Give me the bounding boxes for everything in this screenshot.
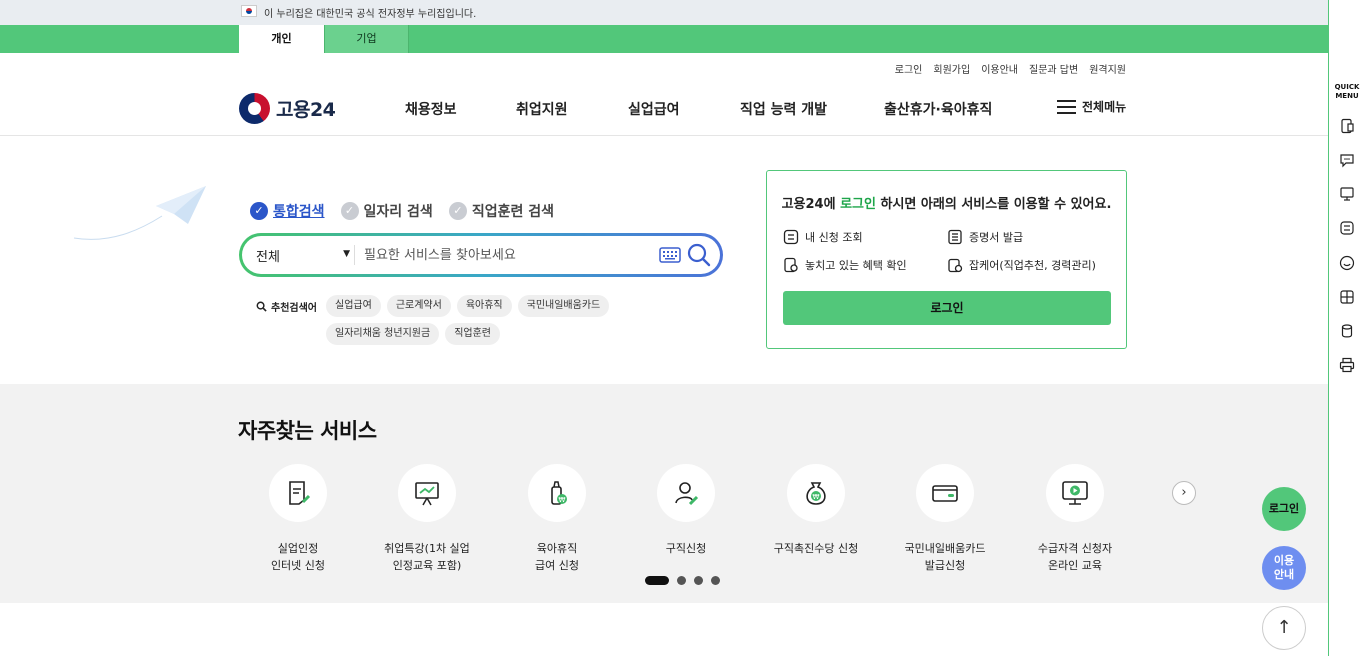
presentation-board-icon — [415, 482, 439, 506]
svg-text:₩: ₩ — [559, 496, 566, 504]
chat-bubble-icon[interactable] — [1339, 152, 1355, 168]
keyword-chip[interactable]: 실업급여 — [326, 295, 381, 317]
logo-text: 고용24 — [276, 99, 336, 121]
gov-banner[interactable]: 이 누리집은 대한민국 공식 전자정부 누리집입니다. — [0, 0, 1328, 25]
caret-down-icon: ▼ — [343, 249, 350, 259]
util-remote-link[interactable]: 원격지원 — [1089, 61, 1126, 76]
carousel-dot[interactable] — [711, 576, 720, 585]
tab-corporate[interactable]: 기업 — [324, 25, 409, 53]
keyword-chip[interactable]: 직업훈련 — [445, 323, 500, 345]
smile-icon[interactable] — [1339, 255, 1355, 271]
frequent-services: 자주찾는 서비스 실업인정 인터넷 신청 취업특강(1차 실업 인정교육 포함)… — [0, 384, 1328, 603]
login-button[interactable]: 로그인 — [783, 291, 1111, 325]
section-title: 자주찾는 서비스 — [238, 419, 377, 443]
check-icon: ✓ — [448, 202, 467, 220]
util-signup-link[interactable]: 회원가입 — [933, 61, 970, 76]
user-type-bar: 개인 기업 — [0, 25, 1328, 53]
service-jobcare[interactable]: 잡케어(직업추천, 경력관리) — [947, 257, 1096, 273]
carousel-dot[interactable] — [677, 576, 686, 585]
person-edit-icon — [675, 482, 699, 506]
service-item-job-promotion-allowance[interactable]: ₩ 구직촉진수당 신청 — [751, 464, 881, 557]
search-input[interactable] — [364, 243, 644, 267]
service-item-employment-lecture[interactable]: 취업특강(1차 실업 인정교육 포함) — [362, 464, 492, 574]
printer-icon[interactable] — [1339, 357, 1355, 373]
document-search-icon — [784, 257, 798, 273]
baby-bottle-icon: ₩ — [551, 481, 567, 505]
service-item-job-seeking[interactable]: 구직신청 — [621, 464, 751, 557]
carousel-dot-active[interactable] — [645, 576, 669, 585]
scroll-top-button[interactable]: ↑ — [1262, 606, 1306, 650]
quick-menu-title: QUICK MENU — [1334, 83, 1360, 100]
service-item-unemployment-recognition[interactable]: 실업인정 인터넷 신청 — [233, 464, 363, 574]
keyboard-icon[interactable] — [659, 247, 681, 263]
keyword-chip[interactable]: 국민내일배움카드 — [517, 295, 610, 317]
search-icon[interactable] — [686, 242, 712, 268]
card-icon — [932, 485, 958, 502]
utility-links: 로그인 회원가입 이용안내 질문과 답변 원격지원 — [895, 61, 1126, 76]
quick-menu: QUICK MENU — [1328, 0, 1364, 656]
clipboard-gear-icon — [948, 258, 963, 273]
svg-text:₩: ₩ — [813, 493, 820, 501]
recommended-label: 추천검색어 — [271, 303, 317, 314]
search-icon — [256, 301, 267, 312]
arrow-up-icon: ↑ — [1276, 617, 1292, 638]
service-certificates[interactable]: 증명서 발급 — [947, 229, 1023, 245]
carousel-pagination — [645, 576, 720, 585]
search-category-select[interactable]: 전체 ▼ — [256, 246, 350, 265]
gnb-employment-support[interactable]: 취업지원 — [516, 99, 568, 119]
hamburger-icon — [1057, 99, 1076, 114]
check-icon: ✓ — [250, 202, 268, 220]
service-benefits-check[interactable]: 놓치고 있는 혜택 확인 — [783, 257, 907, 273]
service-item-online-education[interactable]: 수급자격 신청자 온라인 교육 — [1010, 464, 1140, 574]
floating-login-button[interactable]: 로그인 — [1262, 487, 1306, 531]
tab-training-search[interactable]: ✓ 직업훈련 검색 — [448, 201, 554, 221]
util-qna-link[interactable]: 질문과 답변 — [1029, 61, 1078, 76]
search-tabs: ✓ 통합검색 ✓ 일자리 검색 ✓ 직업훈련 검색 — [250, 201, 554, 221]
tab-integrated-search[interactable]: ✓ 통합검색 — [250, 201, 325, 221]
paper-plane-icon — [73, 186, 206, 240]
chevron-right-icon: › — [1181, 485, 1187, 500]
monitor-play-icon — [1062, 481, 1088, 505]
util-login-link[interactable]: 로그인 — [895, 61, 923, 76]
all-menu-button[interactable]: 전체메뉴 — [1057, 98, 1126, 115]
keyword-chip[interactable]: 일자리채움 청년지원금 — [326, 323, 440, 345]
checklist-icon — [783, 229, 799, 245]
gov-banner-text: 이 누리집은 대한민국 공식 전자정부 누리집입니다. — [264, 9, 477, 20]
util-guide-link[interactable]: 이용안내 — [981, 61, 1018, 76]
gnb-jobs[interactable]: 채용정보 — [405, 99, 457, 119]
coins-icon[interactable] — [1339, 323, 1355, 339]
login-card-title: 고용24에 로그인 하시면 아래의 서비스를 이용할 수 있어요. — [781, 197, 1112, 212]
gnb-skill-development[interactable]: 직업 능력 개발 — [740, 99, 827, 119]
keyword-chip[interactable]: 육아휴직 — [456, 295, 512, 317]
service-item-learning-card[interactable]: 국민내일배움카드 발급신청 — [880, 464, 1010, 574]
certificate-icon — [948, 229, 962, 245]
service-item-parental-leave-benefit[interactable]: ₩ 육아휴직 급여 신청 — [492, 464, 622, 574]
tab-job-search[interactable]: ✓ 일자리 검색 — [340, 201, 433, 221]
korea-flag-icon — [241, 5, 257, 17]
check-icon: ✓ — [340, 202, 359, 220]
logo-emblem-icon — [239, 93, 270, 124]
divider — [354, 245, 355, 265]
checklist-icon[interactable] — [1339, 220, 1355, 236]
service-my-applications[interactable]: 내 신청 조회 — [783, 229, 863, 245]
document-edit-icon — [289, 481, 311, 505]
gnb-unemployment-benefit[interactable]: 실업급여 — [628, 99, 680, 119]
header: 고용24 채용정보 취업지원 실업급여 직업 능력 개발 출산휴가·육아휴직 전… — [0, 80, 1328, 136]
carousel-next-button[interactable]: › — [1172, 481, 1196, 505]
search-box: 전체 ▼ — [239, 233, 723, 277]
document-icon[interactable] — [1339, 118, 1355, 134]
floating-guide-button[interactable]: 이용 안내 — [1262, 546, 1306, 590]
calculator-icon[interactable] — [1339, 289, 1355, 305]
keyword-chip[interactable]: 근로계약서 — [386, 295, 451, 317]
login-card: 고용24에 로그인 하시면 아래의 서비스를 이용할 수 있어요. 내 신청 조… — [766, 170, 1127, 349]
gnb-parental-leave[interactable]: 출산휴가·육아휴직 — [884, 99, 992, 119]
monitor-icon[interactable] — [1339, 186, 1355, 202]
all-menu-label: 전체메뉴 — [1082, 100, 1127, 114]
carousel-dot[interactable] — [694, 576, 703, 585]
tab-personal[interactable]: 개인 — [239, 25, 324, 53]
logo[interactable]: 고용24 — [239, 93, 336, 124]
money-bag-icon: ₩ — [806, 482, 826, 505]
